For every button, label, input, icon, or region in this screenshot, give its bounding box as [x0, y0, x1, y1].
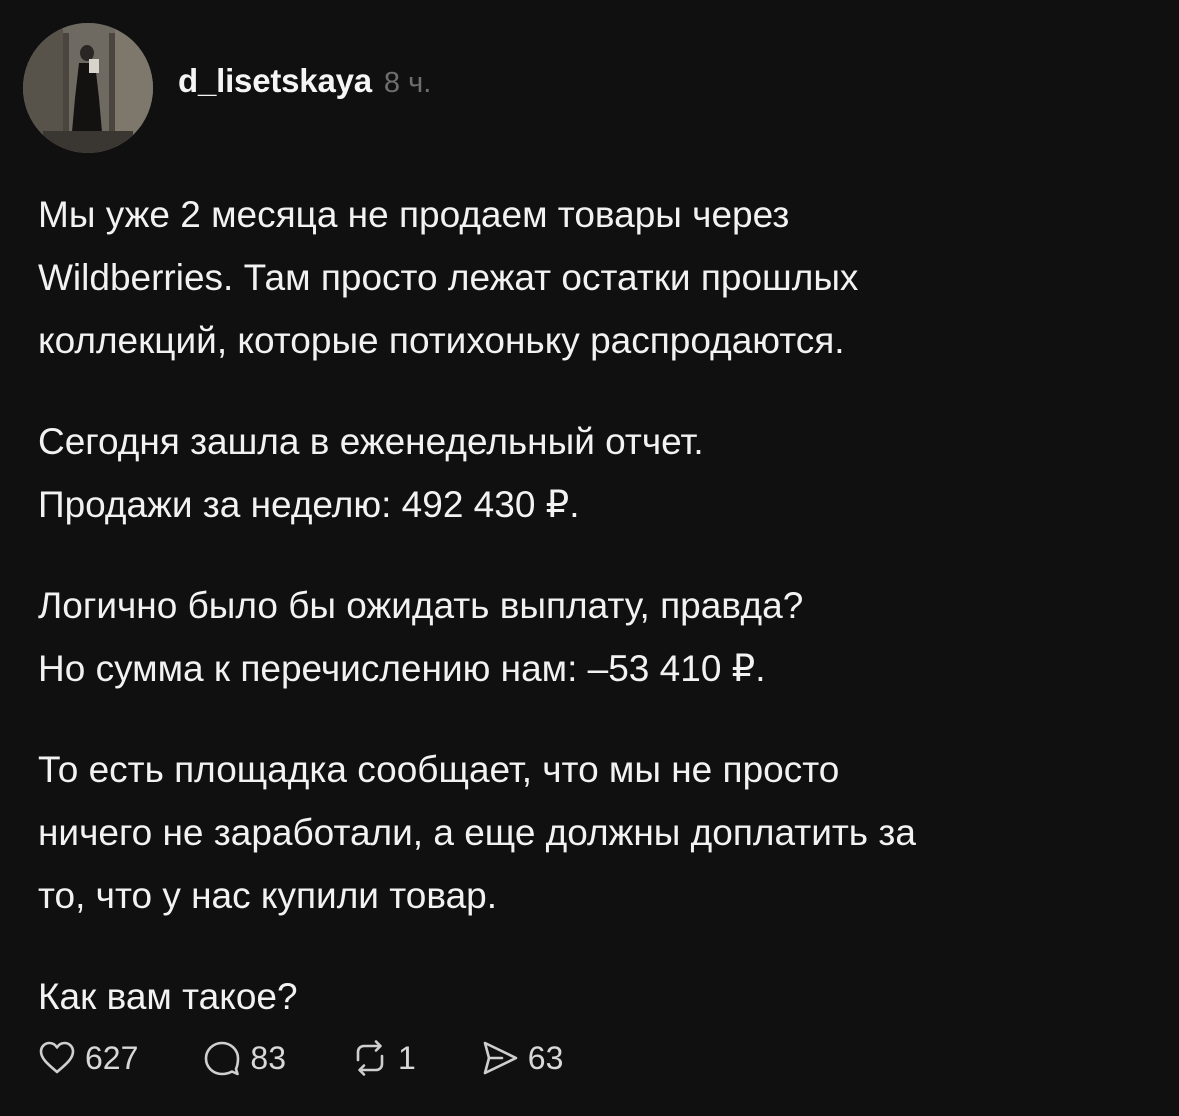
share-count: 63: [527, 1039, 564, 1076]
send-icon: [483, 1041, 518, 1075]
comment-icon: [205, 1041, 240, 1076]
post-paragraph: Логично было бы ожидать выплату, правда?…: [38, 585, 804, 689]
comment-count: 83: [250, 1039, 286, 1076]
repost-count: 1: [397, 1039, 416, 1076]
share-button[interactable]: 63: [480, 1038, 564, 1078]
post-paragraph: Мы уже 2 месяца не продаем товары через …: [38, 194, 859, 361]
repost-button[interactable]: 1: [350, 1038, 416, 1078]
post-actions: 627 83 1 63: [37, 1030, 627, 1086]
post: d_lisetskaya 8 ч. Мы уже 2 месяца не про…: [0, 0, 1179, 1116]
comment-button[interactable]: 83: [202, 1038, 286, 1078]
heart-icon: [39, 1041, 75, 1074]
post-body: Мы уже 2 месяца не продаем товары через …: [38, 183, 1148, 1066]
like-button[interactable]: 627: [37, 1038, 138, 1078]
repost-icon: [356, 1040, 384, 1076]
avatar-photo-icon: [23, 23, 153, 153]
post-header: d_lisetskaya 8 ч.: [178, 62, 431, 112]
post-timestamp: 8 ч.: [383, 67, 432, 99]
avatar[interactable]: [23, 23, 153, 153]
post-paragraph: То есть площадка сообщает, что мы не про…: [38, 749, 916, 916]
post-paragraph: Сегодня зашла в еженедельный отчет. Прод…: [38, 421, 704, 525]
post-paragraph: Как вам такое?: [38, 976, 298, 1017]
username-link[interactable]: d_lisetskaya: [178, 62, 372, 100]
like-count: 627: [85, 1039, 139, 1076]
